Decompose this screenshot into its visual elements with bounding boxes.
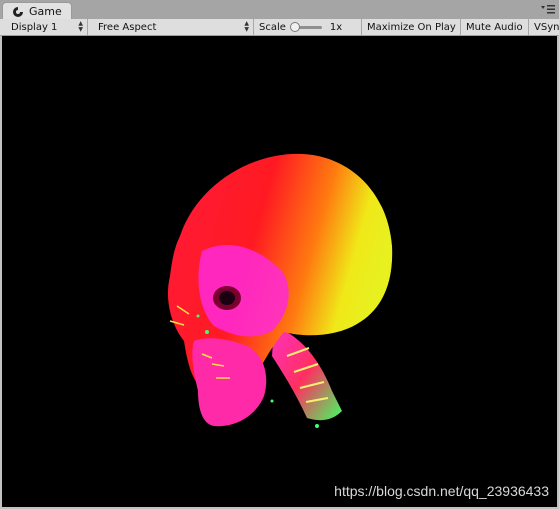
scale-value: 1x xyxy=(329,21,343,33)
mute-audio-toggle[interactable]: Mute Audio xyxy=(461,19,529,35)
dropdown-arrows-icon: ▲ ▼ xyxy=(244,20,249,33)
aspect-dropdown[interactable]: Free Aspect ▲ ▼ xyxy=(93,19,254,35)
menu-icon[interactable] xyxy=(541,4,555,15)
watermark: https://blog.csdn.net/qq_23936433 xyxy=(334,483,549,499)
tab-game[interactable]: Game xyxy=(2,2,72,20)
maximize-on-play-toggle[interactable]: Maximize On Play xyxy=(362,19,461,35)
display-dropdown[interactable]: Display 1 ▲ ▼ xyxy=(6,19,88,35)
mute-label: Mute Audio xyxy=(466,21,523,33)
tab-title: Game xyxy=(29,5,62,18)
scale-slider-thumb[interactable] xyxy=(289,21,300,32)
aspect-label: Free Aspect xyxy=(98,21,157,33)
skull-render xyxy=(167,153,393,428)
scale-control: Scale 1x xyxy=(254,19,362,35)
maximize-label: Maximize On Play xyxy=(367,21,456,33)
scale-slider[interactable] xyxy=(289,21,322,32)
game-controller-icon xyxy=(13,6,23,17)
spine-shape xyxy=(272,326,342,421)
tab-bar: Game xyxy=(0,0,559,20)
scale-label: Scale xyxy=(259,21,286,33)
display-label: Display 1 xyxy=(11,21,58,33)
game-toolbar: Display 1 ▲ ▼ Free Aspect ▲ ▼ Scale 1x Max… xyxy=(0,19,559,36)
dropdown-arrows-icon: ▲ ▼ xyxy=(78,20,83,33)
game-viewport[interactable]: https://blog.csdn.net/qq_23936433 xyxy=(2,36,557,507)
vsync-toggle[interactable]: VSync xyxy=(529,19,559,35)
vsync-label: VSync xyxy=(534,21,559,33)
